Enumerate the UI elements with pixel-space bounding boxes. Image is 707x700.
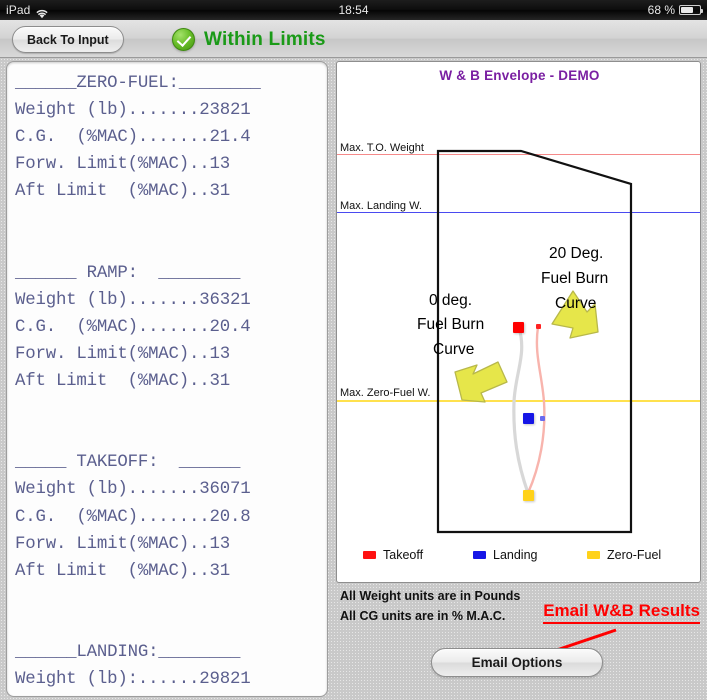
battery-percent-label: 68 %	[647, 3, 675, 17]
results-panel[interactable]: ______ZERO-FUEL:________ Weight (lb)....…	[6, 61, 328, 697]
footnote-cg-units: All CG units are in % M.A.C.	[340, 609, 506, 623]
nav-bar: Back To Input Within Limits	[0, 20, 707, 58]
email-results-callout: Email W&B Results	[543, 601, 700, 624]
arrow-0-deg	[454, 361, 508, 403]
annotation-20deg-line3: Curve	[555, 295, 597, 312]
zero-fuel-marker	[523, 490, 534, 501]
legend-item-landing: Landing	[473, 548, 538, 562]
footnote-weight-units: All Weight units are in Pounds	[340, 589, 521, 603]
limits-status-label: Within Limits	[204, 28, 326, 50]
content-area: ______ZERO-FUEL:________ Weight (lb)....…	[0, 58, 707, 700]
annotation-20deg-line2: Fuel Burn	[541, 270, 609, 287]
battery-icon	[679, 5, 703, 15]
back-to-input-button[interactable]: Back To Input	[12, 26, 124, 53]
chart-legend: Takeoff Landing Zero-Fuel	[337, 548, 700, 572]
legend-item-takeoff: Takeoff	[363, 548, 423, 562]
annotation-0deg-line2: Fuel Burn	[417, 316, 485, 333]
legend-label-landing: Landing	[493, 548, 538, 562]
takeoff-swatch-icon	[363, 551, 376, 559]
landing-marker	[523, 413, 534, 424]
annotation-0deg-line1: 0 deg.	[429, 292, 473, 309]
status-bar-right: 68 %	[647, 0, 703, 20]
chart-panel: W & B Envelope - DEMO Max. T.O. Weight M…	[336, 61, 701, 697]
legend-label-zero-fuel: Zero-Fuel	[607, 548, 662, 562]
ios-status-bar: iPad 18:54 68 %	[0, 0, 707, 20]
annotation-0deg-line3: Curve	[433, 341, 475, 358]
limits-status: Within Limits	[172, 28, 326, 51]
takeoff-marker	[513, 322, 524, 333]
takeoff-marker-20deg	[536, 324, 541, 329]
landing-swatch-icon	[473, 551, 486, 559]
annotation-20deg-line1: 20 Deg.	[549, 245, 604, 262]
ipad-screen: iPad 18:54 68 % Back To Input Within Lim…	[0, 0, 707, 700]
legend-item-zero-fuel: Zero-Fuel	[587, 548, 661, 562]
status-bar-clock: 18:54	[338, 3, 369, 17]
wb-envelope-chart[interactable]: W & B Envelope - DEMO Max. T.O. Weight M…	[336, 61, 701, 583]
zero-fuel-swatch-icon	[587, 551, 600, 559]
email-options-button[interactable]: Email Options	[431, 648, 603, 677]
check-circle-icon	[172, 28, 195, 51]
landing-marker-20deg	[540, 416, 545, 421]
legend-label-takeoff: Takeoff	[383, 548, 424, 562]
results-text: ______ZERO-FUEL:________ Weight (lb)....…	[15, 74, 261, 690]
